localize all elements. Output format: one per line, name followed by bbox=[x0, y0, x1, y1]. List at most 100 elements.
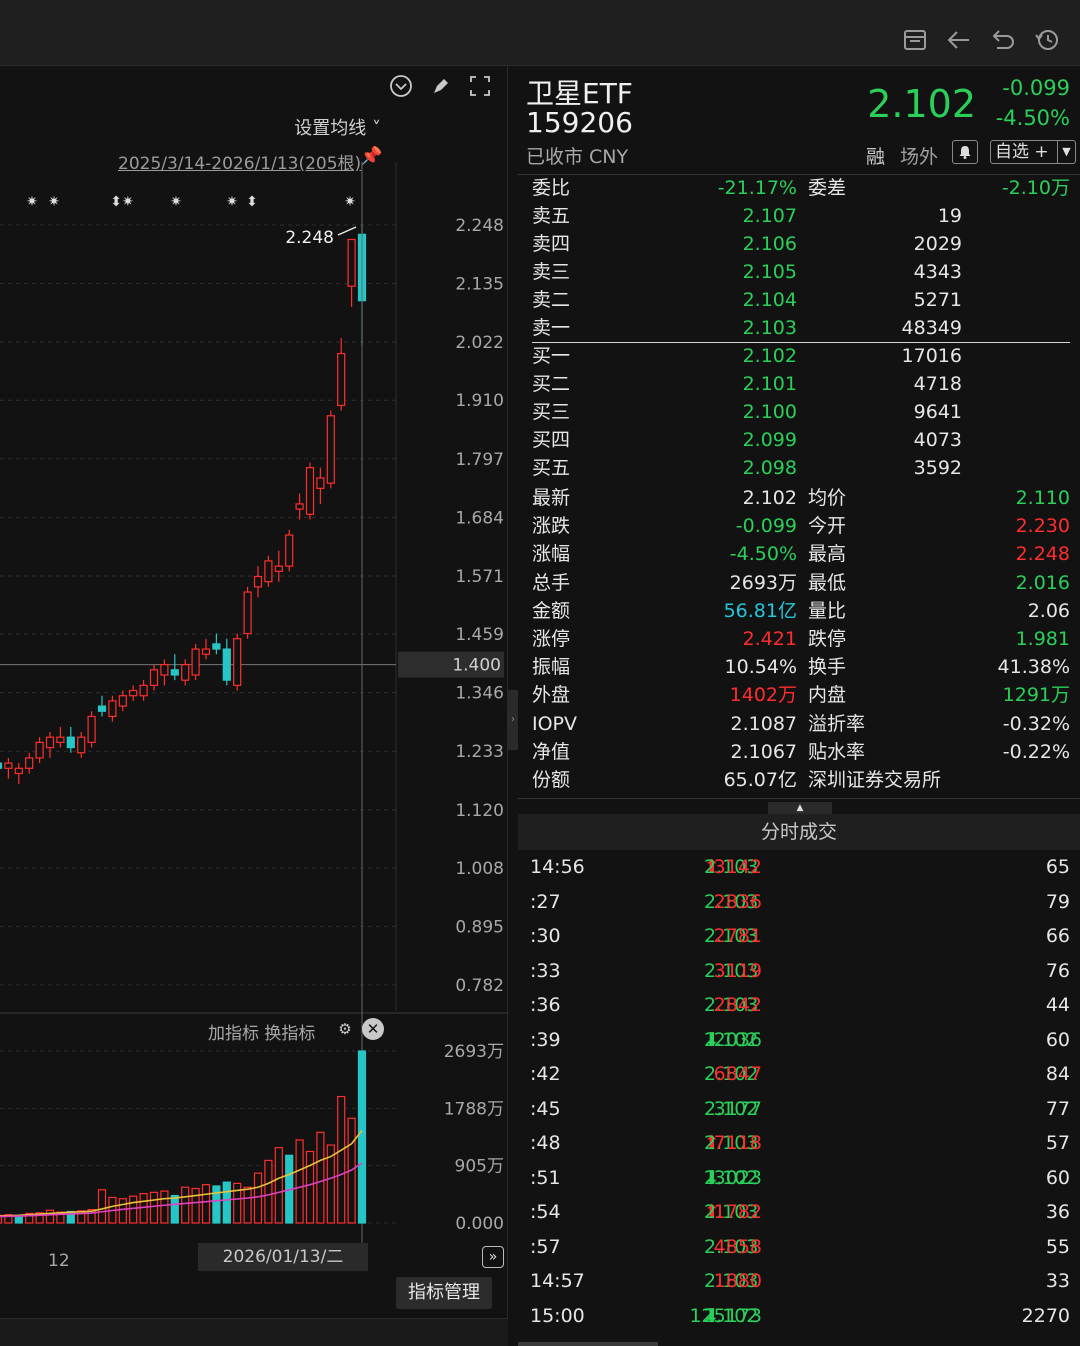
book-row[interactable]: 买三 2.100 9641 bbox=[518, 398, 1080, 426]
book-level-label: 卖三 bbox=[532, 261, 571, 283]
chart-footer bbox=[0, 1318, 508, 1346]
book-volume: 48349 bbox=[901, 317, 962, 339]
tick-volume: 2036 bbox=[713, 1028, 762, 1051]
tick-time: :27 bbox=[530, 890, 561, 913]
candle-body bbox=[45, 736, 55, 749]
switch-indicator-button[interactable]: 换指标 bbox=[264, 1024, 315, 1044]
tick-row: 15:00 2.102 ⬇ 125173 2270 bbox=[518, 1299, 1080, 1333]
tick-volume: 1880 bbox=[713, 1270, 762, 1292]
book-level-label: 买三 bbox=[532, 401, 571, 423]
event-marker-icon[interactable]: ✷ bbox=[344, 194, 356, 210]
add-favorite-button[interactable]: 自选 + ▼ bbox=[990, 140, 1076, 164]
stats-row: IOPV 2.1087 溢折率 -0.32% bbox=[518, 710, 1080, 738]
book-row[interactable]: 卖一 2.103 48349 bbox=[518, 314, 1080, 342]
book-row[interactable]: 卖四 2.106 2029 bbox=[518, 230, 1080, 258]
weibi-row: 委比 -21.17% 委差 -2.10万 bbox=[518, 174, 1080, 202]
event-marker-icon[interactable]: ⬍✷ bbox=[110, 194, 134, 210]
weicha-label: 委差 bbox=[808, 177, 847, 199]
tick-count: 79 bbox=[1045, 890, 1070, 913]
candle-body bbox=[347, 238, 356, 287]
tick-volume: 2836 bbox=[713, 890, 762, 913]
candle-body bbox=[201, 648, 211, 655]
x-tick-label: 12 bbox=[48, 1251, 70, 1271]
book-volume: 9641 bbox=[913, 401, 962, 423]
book-row[interactable]: 卖二 2.104 5271 bbox=[518, 286, 1080, 314]
tick-row: :51 2.102 ⬇ 3023 60 bbox=[518, 1161, 1080, 1195]
event-marker-icon[interactable]: ✷ bbox=[170, 194, 182, 210]
candle-body bbox=[14, 767, 23, 775]
layout-icon[interactable] bbox=[900, 26, 930, 56]
candle-body bbox=[35, 741, 44, 759]
tick-row: :54 2.103 ⬆ 1782 36 bbox=[518, 1195, 1080, 1229]
expand-up-icon[interactable]: ▲ bbox=[768, 802, 832, 814]
book-row[interactable]: 卖五 2.107 19 bbox=[518, 202, 1080, 230]
bell-icon[interactable] bbox=[952, 140, 978, 164]
crosshair-date: 2026/01/13/二 bbox=[198, 1243, 368, 1271]
book-separator bbox=[532, 342, 1070, 343]
stat-value: 41.38% bbox=[997, 656, 1070, 679]
back-arrow-icon[interactable] bbox=[944, 26, 974, 56]
tick-volume: 125173 bbox=[689, 1304, 762, 1327]
candle-body bbox=[295, 503, 304, 510]
tick-time: :48 bbox=[530, 1132, 561, 1154]
ticks-title[interactable]: 分时成交 bbox=[518, 814, 1080, 850]
favorite-label: 自选 + bbox=[995, 142, 1049, 162]
stat-label: 外盘 bbox=[532, 684, 571, 707]
tick-volume: 2781 bbox=[713, 925, 762, 947]
book-row[interactable]: 买五 2.098 3592 bbox=[518, 454, 1080, 482]
stat-label: 涨幅 bbox=[532, 543, 571, 566]
stat-value: 1402万 bbox=[729, 684, 797, 707]
close-icon[interactable]: ✕ bbox=[362, 1018, 384, 1040]
chevron-down-icon[interactable]: ▼ bbox=[1057, 141, 1075, 163]
y-tick-label: 2.135 bbox=[455, 275, 504, 295]
stats-row: 总手 2693万 最低 2.016 bbox=[518, 569, 1080, 597]
tick-time: :54 bbox=[530, 1201, 561, 1223]
volume-bar bbox=[149, 1191, 159, 1224]
tick-row: :57 2.103 4858 55 bbox=[518, 1230, 1080, 1264]
otc-tag[interactable]: 场外 bbox=[900, 142, 938, 169]
book-row[interactable]: 买二 2.101 4718 bbox=[518, 370, 1080, 398]
candle-body bbox=[285, 534, 294, 567]
book-row[interactable]: 买四 2.099 4073 bbox=[518, 426, 1080, 454]
book-volume: 2029 bbox=[913, 233, 962, 255]
panel-collapse-handle[interactable]: › bbox=[508, 690, 518, 750]
fast-forward-icon[interactable]: » bbox=[482, 1246, 504, 1268]
event-marker-icon[interactable]: ✷ bbox=[26, 194, 38, 210]
tick-row: :27 2.103 2836 79 bbox=[518, 885, 1080, 919]
stat-value: -4.50% bbox=[729, 543, 797, 566]
tick-count: 33 bbox=[1045, 1270, 1070, 1292]
volume-bar bbox=[264, 1159, 273, 1224]
tick-time: :57 bbox=[530, 1235, 561, 1258]
max-price-label: 2.248 bbox=[285, 228, 334, 248]
event-marker-icon[interactable]: ✷ bbox=[226, 194, 238, 210]
tick-volume: 4858 bbox=[713, 1235, 762, 1258]
stat-value: 2.1067 bbox=[730, 740, 797, 763]
candle-body bbox=[316, 477, 325, 489]
volume-bar bbox=[118, 1198, 127, 1224]
weibi-value: -21.17% bbox=[717, 177, 797, 199]
tick-count: 84 bbox=[1045, 1063, 1070, 1085]
scrollbar[interactable] bbox=[518, 1342, 658, 1346]
event-marker-icon[interactable]: ⬍ bbox=[246, 194, 258, 210]
book-volume: 4343 bbox=[913, 261, 962, 283]
stat-value: 2.248 bbox=[1015, 543, 1070, 566]
kline-chart[interactable]: 2.248 2.135 2.022 1.910 1.797 1.684 1.571 1.459… bbox=[0, 66, 508, 1246]
add-indicator-button[interactable]: 加指标 bbox=[208, 1024, 259, 1044]
event-marker-icon[interactable]: ✷ bbox=[48, 194, 60, 210]
stat-label: 总手 bbox=[532, 571, 571, 594]
stat-value: 10.54% bbox=[724, 656, 797, 679]
stat-label: 跌停 bbox=[808, 628, 847, 650]
history-icon[interactable] bbox=[1032, 26, 1062, 56]
candle-body bbox=[181, 664, 190, 681]
book-row[interactable]: 买一 2.102 17016 bbox=[518, 342, 1080, 370]
undo-icon[interactable] bbox=[988, 26, 1018, 56]
volume-bar bbox=[97, 1189, 107, 1224]
y-tick-label: 2.248 bbox=[455, 216, 504, 236]
tick-row: :30 2.103 2781 66 bbox=[518, 919, 1080, 953]
book-row[interactable]: 卖三 2.105 4343 bbox=[518, 258, 1080, 286]
indicator-manage-button[interactable]: 指标管理 bbox=[396, 1277, 492, 1309]
book-price: 2.098 bbox=[742, 457, 797, 479]
stat-label: 最新 bbox=[532, 487, 571, 509]
y-tick-label: 1.910 bbox=[455, 391, 504, 411]
gear-icon[interactable]: ⚙ bbox=[334, 1018, 356, 1040]
